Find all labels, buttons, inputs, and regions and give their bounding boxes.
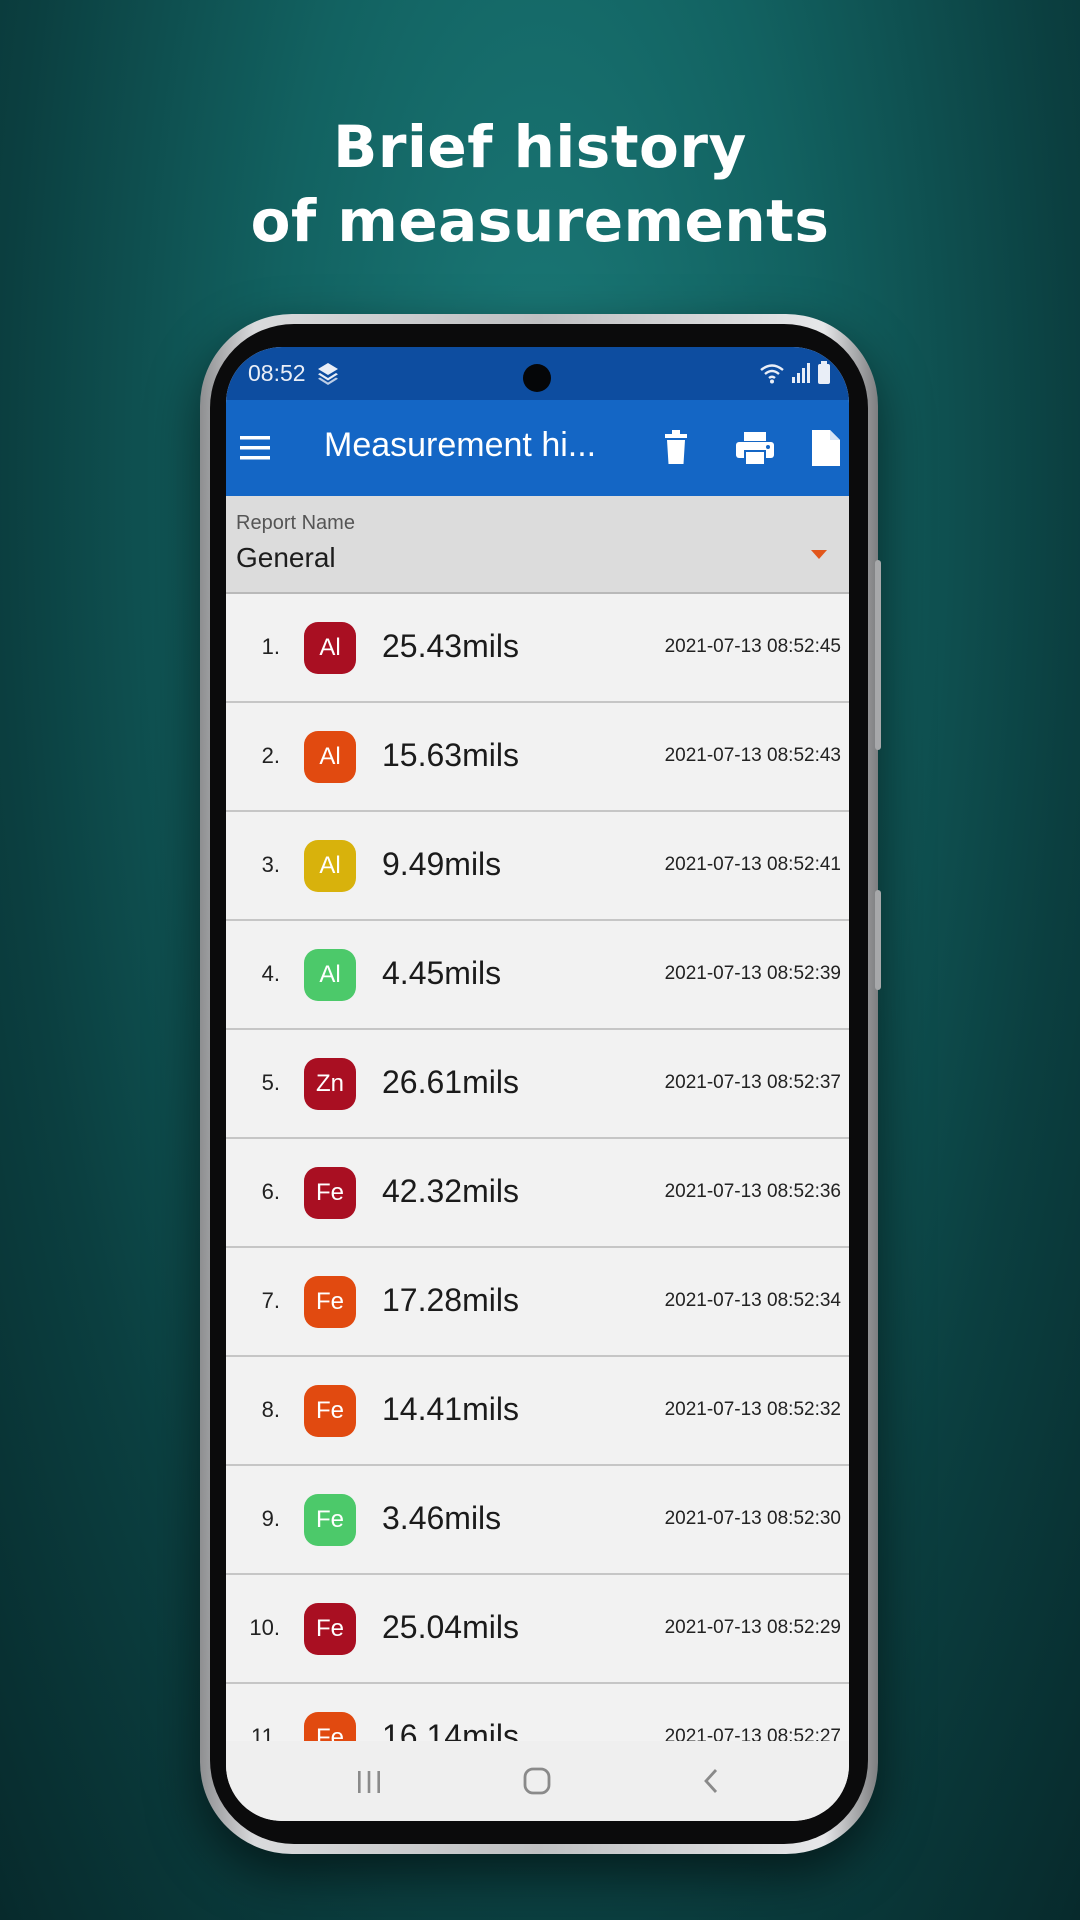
row-index: 2. <box>261 743 280 768</box>
report-name-select[interactable]: Report Name General <box>226 496 849 594</box>
row-index: 10. <box>249 1615 280 1640</box>
measurement-timestamp: 2021-07-13 08:52:29 <box>664 1617 841 1638</box>
row-index: 6. <box>261 1179 280 1204</box>
system-nav-bar <box>226 1741 849 1821</box>
measurement-timestamp: 2021-07-13 08:52:41 <box>664 854 841 875</box>
metal-badge: Fe <box>304 1276 356 1328</box>
front-camera <box>523 364 551 392</box>
measurement-list[interactable]: 1. Al 25.43mils 2021-07-13 08:52:45 2. Al 15.6… <box>226 594 849 1744</box>
toolbar-title: Measurement hi... <box>324 426 597 464</box>
signal-icon <box>792 363 810 383</box>
status-bar: 08:52 <box>226 347 849 400</box>
battery-icon <box>818 361 830 384</box>
measurement-row[interactable]: 3. Al 9.49mils 2021-07-13 08:52:41 <box>226 812 849 921</box>
status-time: 08:52 <box>248 360 306 386</box>
metal-badge: Fe <box>304 1167 356 1219</box>
metal-badge: Fe <box>304 1494 356 1546</box>
measurement-value: 17.28mils <box>382 1282 519 1318</box>
measurement-row[interactable]: 5. Zn 26.61mils 2021-07-13 08:52:37 <box>226 1030 849 1139</box>
status-icons <box>759 361 831 385</box>
measurement-value: 15.63mils <box>382 737 519 773</box>
promo-headline: Brief history of measurements <box>0 110 1080 258</box>
row-index: 3. <box>261 852 280 877</box>
recents-icon[interactable] <box>354 1765 384 1797</box>
layers-icon <box>318 363 338 385</box>
measurement-value: 3.46mils <box>382 1500 502 1536</box>
measurement-value: 42.32mils <box>382 1173 519 1209</box>
metal-badge: Al <box>304 840 356 892</box>
document-icon[interactable] <box>810 428 842 468</box>
row-index: 1. <box>261 634 280 659</box>
metal-badge: Fe <box>304 1603 356 1655</box>
metal-badge: Al <box>304 622 356 674</box>
measurement-timestamp: 2021-07-13 08:52:39 <box>664 963 841 984</box>
volume-button <box>875 560 881 750</box>
measurement-row[interactable]: 9. Fe 3.46mils 2021-07-13 08:52:30 <box>226 1466 849 1575</box>
measurement-timestamp: 2021-07-13 08:52:45 <box>664 636 841 657</box>
measurement-timestamp: 2021-07-13 08:52:30 <box>664 1508 841 1529</box>
app-toolbar: Measurement hi... <box>226 400 849 496</box>
printer-icon[interactable] <box>734 428 776 468</box>
measurement-row[interactable]: 7. Fe 17.28mils 2021-07-13 08:52:34 <box>226 1248 849 1357</box>
phone-screen: 08:52 Measurement hi... Report Name Gene… <box>226 347 849 1821</box>
headline-line-2: of measurements <box>250 187 830 255</box>
measurement-row[interactable]: 11. Fe 16.14mils 2021-07-13 08:52:27 <box>226 1684 849 1744</box>
measurement-timestamp: 2021-07-13 08:52:34 <box>664 1290 841 1311</box>
headline-line-1: Brief history <box>333 113 747 181</box>
measurement-row[interactable]: 1. Al 25.43mils 2021-07-13 08:52:45 <box>226 594 849 703</box>
measurement-row[interactable]: 4. Al 4.45mils 2021-07-13 08:52:39 <box>226 921 849 1030</box>
measurement-value: 9.49mils <box>382 846 502 882</box>
measurement-timestamp: 2021-07-13 08:52:32 <box>664 1399 841 1420</box>
measurement-row[interactable]: 6. Fe 42.32mils 2021-07-13 08:52:36 <box>226 1139 849 1248</box>
dropdown-caret-icon <box>811 550 827 559</box>
home-icon[interactable] <box>522 1765 552 1797</box>
metal-badge: Fe <box>304 1712 356 1744</box>
row-index: 8. <box>261 1397 280 1422</box>
measurement-timestamp: 2021-07-13 08:52:37 <box>664 1072 841 1093</box>
metal-badge: Al <box>304 731 356 783</box>
measurement-value: 25.43mils <box>382 628 519 664</box>
row-index: 9. <box>261 1506 280 1531</box>
measurement-value: 4.45mils <box>382 955 502 991</box>
measurement-row[interactable]: 10. Fe 25.04mils 2021-07-13 08:52:29 <box>226 1575 849 1684</box>
row-index: 5. <box>261 1070 280 1095</box>
measurement-timestamp: 2021-07-13 08:52:43 <box>664 745 841 766</box>
wifi-icon <box>760 364 784 384</box>
trash-icon[interactable] <box>662 428 690 468</box>
metal-badge: Al <box>304 949 356 1001</box>
back-icon[interactable] <box>696 1765 726 1797</box>
measurement-timestamp: 2021-07-13 08:52:36 <box>664 1181 841 1202</box>
report-name-label: Report Name <box>236 512 355 534</box>
measurement-value: 25.04mils <box>382 1609 519 1645</box>
row-index: 7. <box>261 1288 280 1313</box>
hamburger-menu-icon[interactable] <box>238 428 272 468</box>
measurement-row[interactable]: 8. Fe 14.41mils 2021-07-13 08:52:32 <box>226 1357 849 1466</box>
row-index: 4. <box>261 961 280 986</box>
measurement-row[interactable]: 2. Al 15.63mils 2021-07-13 08:52:43 <box>226 703 849 812</box>
measurement-value: 26.61mils <box>382 1064 519 1100</box>
power-button <box>875 890 881 990</box>
metal-badge: Fe <box>304 1385 356 1437</box>
report-name-value: General <box>236 542 336 573</box>
metal-badge: Zn <box>304 1058 356 1110</box>
measurement-value: 14.41mils <box>382 1391 519 1427</box>
